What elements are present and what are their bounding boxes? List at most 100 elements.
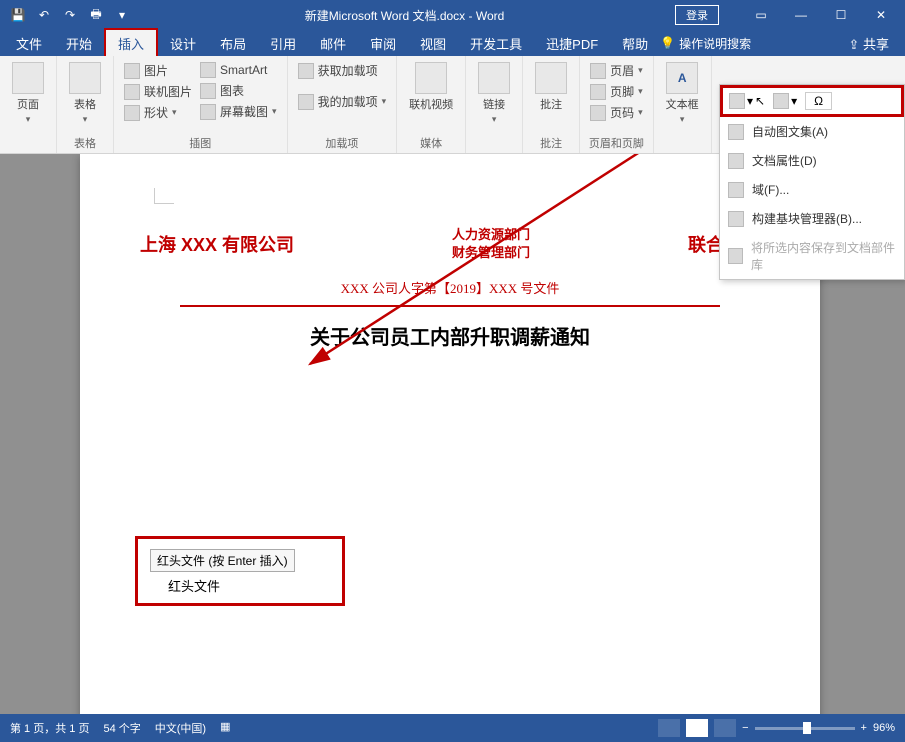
page: 上海 XXX 有限公司 人力资源部门 财务管理部门 联合文件 XXX 公司人字第… (80, 154, 820, 714)
maximize-icon[interactable]: ☐ (823, 4, 859, 26)
tab-design[interactable]: 设计 (158, 30, 208, 57)
addins-icon (298, 94, 314, 110)
get-addins-button[interactable]: 获取加载项 (294, 60, 391, 81)
store-icon (298, 63, 314, 79)
tab-pdf[interactable]: 迅捷PDF (534, 30, 610, 57)
tab-review[interactable]: 审阅 (358, 30, 408, 57)
comments-button[interactable]: 批注 (529, 60, 573, 114)
online-pictures-button[interactable]: 联机图片 (120, 81, 196, 102)
title-bar: 💾 ↶ ↷ 🖶 ▾ 新建Microsoft Word 文档.docx - Wor… (0, 0, 905, 30)
minimize-icon[interactable]: — (783, 4, 819, 26)
zoom-thumb[interactable] (803, 722, 811, 734)
pages-button[interactable]: 页面▾ (6, 60, 50, 127)
table-icon (69, 62, 101, 94)
group-text: A文本框▾ (654, 56, 712, 153)
status-macro-icon[interactable]: ▦ (220, 720, 230, 736)
tab-help[interactable]: 帮助 (610, 30, 660, 57)
online-video-button[interactable]: 联机视频 (403, 60, 459, 114)
header-button[interactable]: 页眉▾ (586, 60, 647, 81)
zoom-out-button[interactable]: − (742, 722, 748, 734)
print-icon[interactable]: 🖶 (84, 4, 108, 26)
group-comments: 批注 批注 (523, 56, 580, 153)
tell-me-label: 操作说明搜索 (679, 35, 751, 52)
status-lang[interactable]: 中文(中国) (155, 720, 206, 736)
page-icon (12, 62, 44, 94)
symbol-button[interactable]: Ω (805, 92, 832, 110)
margin-marker (154, 188, 174, 204)
tab-view[interactable]: 视图 (408, 30, 458, 57)
zoom-level[interactable]: 96% (873, 722, 895, 734)
textbox-button[interactable]: A文本框▾ (660, 60, 705, 127)
dropdown-header: ▾ ↖ ▾ Ω (720, 85, 904, 117)
doc-number: XXX 公司人字第【2019】XXX 号文件 (140, 278, 760, 297)
menu-field[interactable]: 域(F)... (720, 175, 904, 204)
shapes-button[interactable]: 形状▾ (120, 102, 196, 123)
redo-icon[interactable]: ↷ (58, 4, 82, 26)
link-icon (478, 62, 510, 94)
zoom-in-button[interactable]: + (861, 722, 867, 734)
online-pictures-icon (124, 84, 140, 100)
tab-home[interactable]: 开始 (54, 30, 104, 57)
pictures-button[interactable]: 图片 (120, 60, 196, 81)
my-addins-button[interactable]: 我的加载项▾ (294, 91, 391, 112)
save-sel-icon (728, 248, 743, 264)
tab-references[interactable]: 引用 (258, 30, 308, 57)
group-header-footer: 页眉▾ 页脚▾ 页码▾ 页眉和页脚 (580, 56, 654, 153)
picture-icon (124, 63, 140, 79)
group-tables: 表格▾ 表格 (57, 56, 114, 153)
status-page[interactable]: 第 1 页，共 1 页 (10, 720, 89, 736)
save-icon[interactable]: 💾 (6, 4, 30, 26)
menu-savesel: 将所选内容保存到文档部件库 (720, 233, 904, 279)
wordart-icon (773, 93, 789, 109)
footer-button[interactable]: 页脚▾ (586, 81, 647, 102)
screenshot-button[interactable]: 屏幕截图▾ (196, 101, 281, 122)
tab-insert[interactable]: 插入 (104, 28, 158, 59)
pagenum-icon (590, 105, 606, 121)
share-button[interactable]: ⇪ 共享 (836, 30, 901, 57)
login-button[interactable]: 登录 (675, 5, 719, 25)
shapes-icon (124, 105, 140, 121)
ribbon-options-icon[interactable]: ▭ (743, 4, 779, 26)
smartart-button[interactable]: SmartArt (196, 60, 281, 80)
group-addins: 获取加载项 我的加载项▾ 加载项 (288, 56, 398, 153)
cursor-icon: ↖ (755, 94, 765, 108)
tab-developer[interactable]: 开发工具 (458, 30, 534, 57)
ribbon: 页面▾ 表格▾ 表格 图片 联机图片 形状▾ SmartArt 图表 屏幕截图▾… (0, 56, 905, 154)
menu-docprops[interactable]: 文档属性(D) (720, 146, 904, 175)
header-icon (590, 63, 606, 79)
undo-icon[interactable]: ↶ (32, 4, 56, 26)
video-icon (415, 62, 447, 94)
tab-mailings[interactable]: 邮件 (308, 30, 358, 57)
status-words[interactable]: 54 个字 (103, 720, 140, 736)
chart-button[interactable]: 图表 (196, 80, 281, 101)
autotext-icon (728, 124, 744, 140)
quick-access-toolbar: 💾 ↶ ↷ 🖶 ▾ (6, 4, 134, 26)
docprops-icon (728, 153, 744, 169)
zoom-slider[interactable] (755, 727, 855, 730)
group-links: 链接▾ (466, 56, 523, 153)
footer-icon (590, 84, 606, 100)
red-divider (180, 305, 720, 307)
menu-bborganizer[interactable]: 构建基块管理器(B)... (720, 204, 904, 233)
departments: 人力资源部门 财务管理部门 (452, 226, 530, 262)
chart-icon (200, 83, 216, 99)
smartart-icon (200, 62, 216, 78)
tab-file[interactable]: 文件 (4, 30, 54, 57)
qat-more-icon[interactable]: ▾ (110, 4, 134, 26)
tell-me[interactable]: 💡 操作说明搜索 (660, 35, 751, 52)
comment-icon (535, 62, 567, 94)
view-print-button[interactable] (686, 719, 708, 737)
wordart-button[interactable]: ▾ (773, 92, 797, 110)
view-web-button[interactable] (714, 719, 736, 737)
doc-header-row: 上海 XXX 有限公司 人力资源部门 财务管理部门 联合文件 (140, 204, 760, 262)
view-read-button[interactable] (658, 719, 680, 737)
autotext-entry[interactable]: 红头文件 (150, 576, 330, 595)
links-button[interactable]: 链接▾ (472, 60, 516, 127)
share-icon: ⇪ (848, 37, 859, 52)
quickparts-button[interactable]: ▾ ↖ (729, 92, 765, 110)
tab-layout[interactable]: 布局 (208, 30, 258, 57)
menu-autotext[interactable]: 自动图文集(A) (720, 117, 904, 146)
close-icon[interactable]: ✕ (863, 4, 899, 26)
pagenum-button[interactable]: 页码▾ (586, 102, 647, 123)
table-button[interactable]: 表格▾ (63, 60, 107, 127)
